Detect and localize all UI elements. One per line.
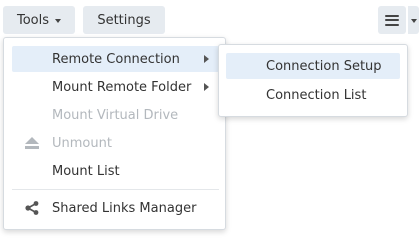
chevron-down-icon [410,18,417,23]
menu-item-label: Unmount [52,135,112,151]
menu-item-label: Remote Connection [52,51,180,67]
hamburger-menu-button[interactable] [378,6,406,34]
more-options-dropdown[interactable] [408,6,419,34]
tools-button[interactable]: Tools [3,6,75,34]
menu-separator [12,189,219,190]
menu-item-label: Connection Setup [266,58,382,74]
settings-button-label: Settings [97,12,151,28]
menu-item-label: Mount Virtual Drive [52,107,179,123]
tools-menu: Remote Connection Mount Remote Folder Mo… [3,37,226,230]
menu-item-label: Mount Remote Folder [52,79,192,95]
menu-item-unmount: Unmount [12,130,219,156]
chevron-right-icon [204,55,209,63]
menu-item-label: Mount List [52,163,120,179]
menu-item-mount-virtual-drive: Mount Virtual Drive [12,102,219,128]
menu-item-mount-remote-folder[interactable]: Mount Remote Folder [12,74,219,100]
chevron-down-icon [55,18,62,23]
menu-item-connection-setup[interactable]: Connection Setup [226,53,400,79]
hamburger-icon [385,14,399,26]
menu-item-label: Shared Links Manager [52,200,197,216]
tools-button-label: Tools [16,12,50,28]
settings-button[interactable]: Settings [83,6,165,34]
menu-item-connection-list[interactable]: Connection List [226,82,400,108]
share-icon [25,201,39,215]
menu-item-mount-list[interactable]: Mount List [12,158,219,184]
menu-item-label: Connection List [266,87,367,103]
remote-connection-submenu: Connection Setup Connection List [218,44,408,117]
menu-item-remote-connection[interactable]: Remote Connection [12,46,219,72]
menu-item-shared-links-manager[interactable]: Shared Links Manager [12,195,219,221]
chevron-right-icon [204,83,209,91]
eject-icon [25,137,39,149]
